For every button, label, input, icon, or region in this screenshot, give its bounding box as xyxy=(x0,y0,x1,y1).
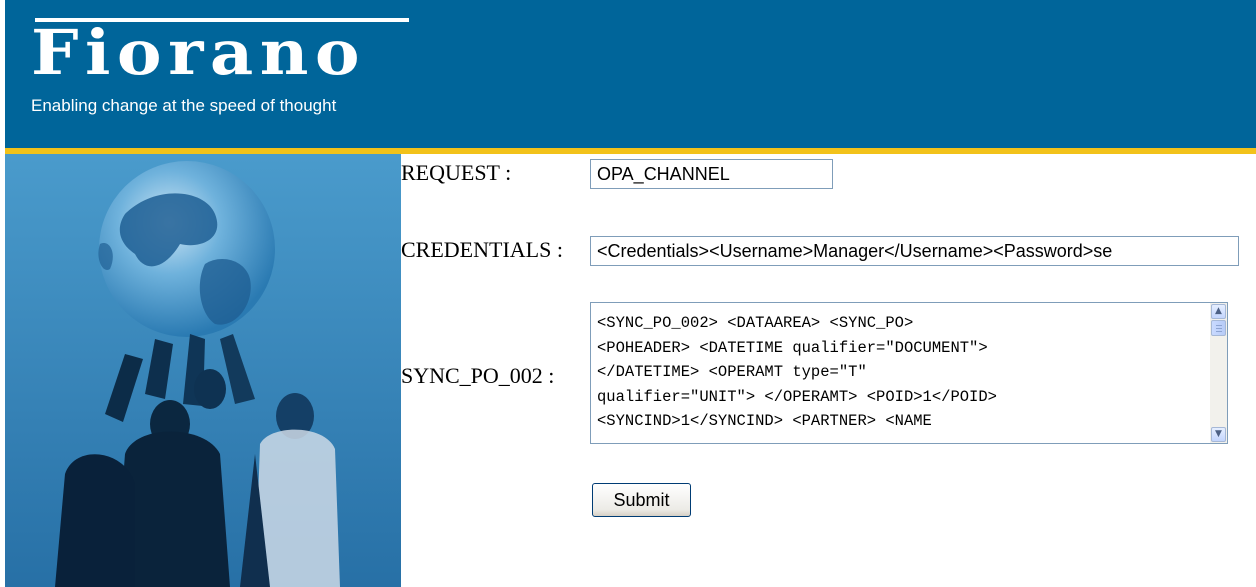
hero-image-globe-people xyxy=(5,154,401,587)
request-input[interactable] xyxy=(590,159,833,189)
globe-shape xyxy=(99,161,275,337)
textarea-scrollbar[interactable]: ▲ ▼ xyxy=(1210,303,1227,443)
scroll-down-arrow-icon[interactable]: ▼ xyxy=(1211,427,1226,442)
credentials-input[interactable] xyxy=(590,236,1239,266)
scrollbar-thumb[interactable] xyxy=(1211,320,1226,336)
credentials-label: CREDENTIALS : xyxy=(401,237,563,262)
sync-po-label: SYNC_PO_002 : xyxy=(401,363,555,388)
tagline: Enabling change at the speed of thought xyxy=(31,96,337,115)
scroll-up-arrow-icon[interactable]: ▲ xyxy=(1211,304,1226,319)
sync-po-textarea-content[interactable]: <SYNC_PO_002> <DATAAREA> <SYNC_PO> <POHE… xyxy=(597,311,1203,441)
hero-illustration xyxy=(5,154,401,587)
sync-po-textarea[interactable]: <SYNC_PO_002> <DATAAREA> <SYNC_PO> <POHE… xyxy=(590,302,1228,444)
submit-button[interactable]: Submit xyxy=(592,483,691,517)
request-label: REQUEST : xyxy=(401,160,512,185)
fiorano-logo: Fiorano xyxy=(31,16,367,89)
form-area: REQUEST : CREDENTIALS : SYNC_PO_002 : <S… xyxy=(401,154,1256,587)
header-banner: Fiorano Enabling change at the speed of … xyxy=(5,0,1256,148)
